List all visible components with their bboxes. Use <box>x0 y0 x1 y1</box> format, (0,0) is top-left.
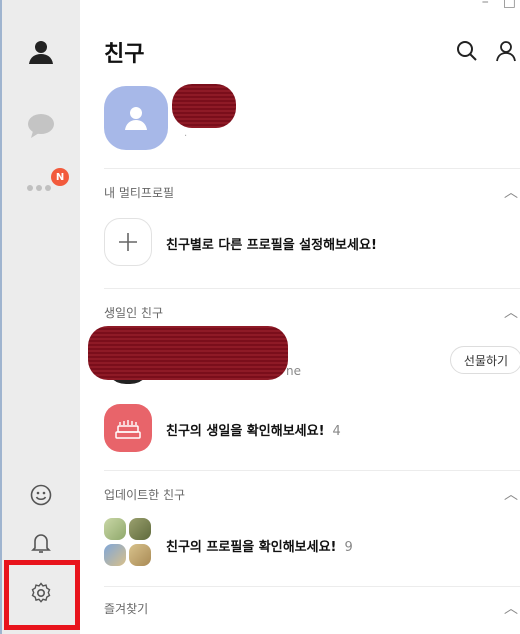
settings-highlight-box <box>4 560 80 630</box>
kakaotalk-window: N – □ 친구 . 내 멀티프로필 ︿ 친구별로 다른 프로필을 설정해보세요… <box>0 0 520 634</box>
gift-button[interactable]: 선물하기 <box>450 346 520 374</box>
avatar-thumb <box>104 518 126 540</box>
divider <box>104 586 520 587</box>
notification-bell-icon[interactable] <box>2 530 80 556</box>
add-multi-profile-icon[interactable] <box>104 218 152 266</box>
add-friend-icon[interactable] <box>496 40 518 66</box>
updated-friends-avatars[interactable] <box>104 518 152 566</box>
collapse-chevron-icon[interactable]: ︿ <box>504 302 518 322</box>
chat-tab-icon[interactable] <box>2 110 80 142</box>
section-title-favorites: 즐겨찾기 <box>104 602 149 616</box>
birthday-friend-name-partial: ne <box>286 364 301 378</box>
updated-prompt-text: 친구의 프로필을 확인해보세요! <box>166 540 337 555</box>
updated-count: 9 <box>344 540 353 555</box>
section-title-updated: 업데이트한 친구 <box>104 488 186 502</box>
birthday-count: 4 <box>332 424 341 439</box>
emoticon-icon[interactable] <box>2 482 80 508</box>
avatar-thumb <box>129 518 151 540</box>
divider <box>104 168 520 169</box>
search-icon[interactable] <box>456 40 478 66</box>
birthday-prompt[interactable]: 친구의 생일을 확인해보세요! 4 <box>166 420 341 439</box>
friends-panel: 친구 . 내 멀티프로필 ︿ 친구별로 다른 프로필을 설정해보세요! 생일인 … <box>80 0 520 634</box>
header-actions <box>456 40 518 66</box>
friends-tab-icon[interactable] <box>2 36 80 68</box>
avatar-thumb <box>129 543 151 566</box>
divider <box>104 288 520 289</box>
birthday-cake-icon[interactable] <box>104 404 152 452</box>
birthday-prompt-text: 친구의 생일을 확인해보세요! <box>166 424 325 439</box>
avatar-thumb <box>104 543 126 566</box>
birthday-friend-redacted <box>88 326 288 380</box>
section-title-multi-profile: 내 멀티프로필 <box>104 186 175 200</box>
collapse-chevron-icon[interactable]: ︿ <box>504 484 518 504</box>
new-badge: N <box>51 168 69 186</box>
section-title-birthday: 생일인 친구 <box>104 306 164 320</box>
sidebar: N <box>0 0 80 634</box>
my-profile-avatar[interactable] <box>104 86 168 150</box>
collapse-chevron-icon[interactable]: ︿ <box>504 182 518 202</box>
profile-name-redacted <box>172 84 236 128</box>
page-title: 친구 <box>104 42 145 67</box>
multi-profile-prompt[interactable]: 친구별로 다른 프로필을 설정해보세요! <box>166 234 377 253</box>
collapse-chevron-icon[interactable]: ︿ <box>504 598 518 618</box>
divider <box>104 470 520 471</box>
profile-status-dot: . <box>184 128 188 139</box>
updated-prompt[interactable]: 친구의 프로필을 확인해보세요! 9 <box>166 536 353 555</box>
